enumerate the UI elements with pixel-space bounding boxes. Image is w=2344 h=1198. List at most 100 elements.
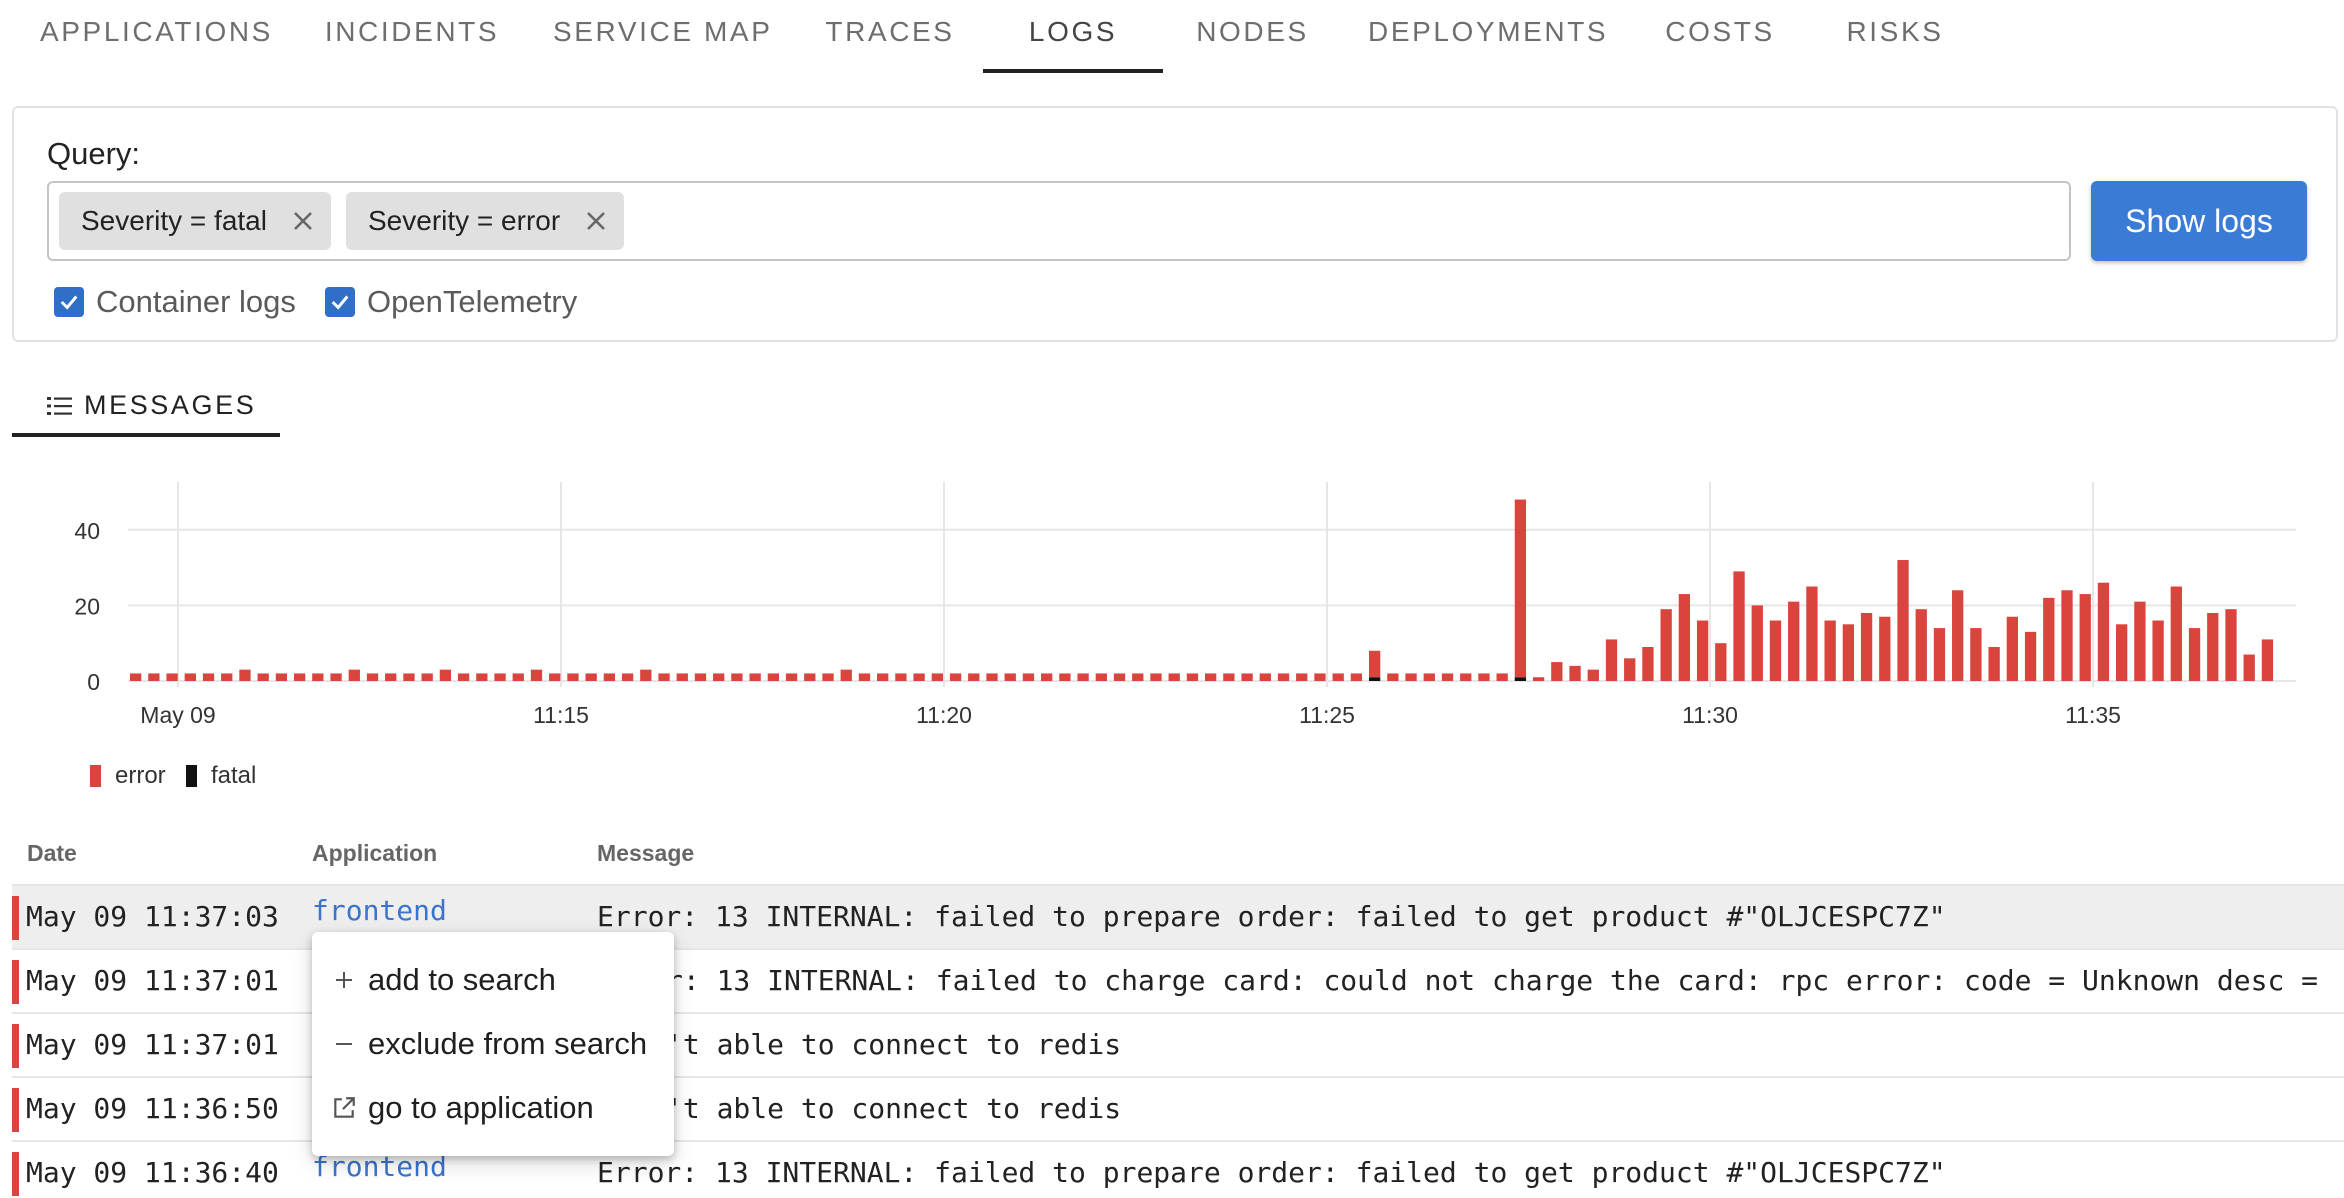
row-date: May 09 11:37:01 bbox=[26, 1028, 279, 1061]
bar-error bbox=[2134, 601, 2146, 681]
menu-item-add-to-search[interactable]: add to search bbox=[312, 948, 674, 1012]
bar-error bbox=[2006, 616, 2018, 681]
bar-error bbox=[184, 673, 196, 681]
tab-messages[interactable]: MESSAGES bbox=[12, 376, 280, 438]
bar-error bbox=[1660, 609, 1672, 681]
bar-error bbox=[603, 673, 616, 681]
tab-service-map[interactable]: SERVICE MAP bbox=[553, 16, 771, 74]
tab-deployments[interactable]: DEPLOYMENTS bbox=[1368, 16, 1606, 74]
bar-error bbox=[749, 673, 761, 681]
bar-error bbox=[257, 673, 269, 681]
menu-item-go-to-application[interactable]: go to application bbox=[312, 1076, 674, 1140]
bar-error bbox=[676, 673, 688, 681]
bar-error bbox=[1842, 624, 1855, 681]
bar-error bbox=[640, 669, 652, 681]
bar-error bbox=[476, 673, 488, 681]
bar-error bbox=[403, 673, 415, 681]
logs-page: APPLICATIONS INCIDENTS SERVICE MAP TRACE… bbox=[0, 0, 2344, 1198]
legend-swatch bbox=[186, 765, 197, 787]
bar-error bbox=[1915, 609, 1927, 681]
bar-error bbox=[275, 673, 288, 681]
y-tick-label: 40 bbox=[74, 518, 100, 544]
bar-error bbox=[2188, 628, 2201, 681]
bar-error bbox=[2024, 631, 2037, 681]
query-input[interactable]: Severity = fatal Severity = error bbox=[47, 181, 2071, 261]
bar-error bbox=[421, 673, 433, 681]
menu-item-label: add to search bbox=[368, 962, 556, 997]
bar-error bbox=[1314, 673, 1326, 681]
bar-error bbox=[2097, 582, 2110, 681]
tab-logs[interactable]: LOGS bbox=[1010, 16, 1136, 74]
bar-error bbox=[1277, 673, 1290, 681]
bar-error bbox=[2061, 590, 2073, 681]
row-date: May 09 11:36:40 bbox=[26, 1156, 279, 1189]
bar-error bbox=[366, 673, 379, 681]
bar-error bbox=[1897, 560, 1909, 681]
bar-error bbox=[949, 673, 962, 681]
bar-error bbox=[1368, 650, 1381, 678]
bar-error bbox=[1952, 590, 1964, 681]
bar-error bbox=[1186, 673, 1199, 681]
row-date: May 09 11:36:50 bbox=[26, 1092, 279, 1125]
row-application-link[interactable]: frontend bbox=[312, 894, 447, 927]
bar-error bbox=[621, 673, 634, 681]
severity-indicator bbox=[12, 896, 19, 940]
tab-incidents[interactable]: INCIDENTS bbox=[322, 16, 502, 74]
container-logs-checkbox[interactable]: Container logs bbox=[54, 284, 296, 320]
minus-icon bbox=[330, 1030, 358, 1058]
x-tick-label: 11:35 bbox=[2065, 702, 2121, 728]
row-message: 't able to connect to redis bbox=[666, 1092, 1122, 1125]
query-label: Query: bbox=[47, 136, 141, 171]
bar-error bbox=[1460, 673, 1472, 681]
bar-error bbox=[1241, 673, 1253, 681]
menu-item-label: go to application bbox=[368, 1090, 594, 1125]
tab-applications[interactable]: APPLICATIONS bbox=[40, 16, 270, 74]
tab-nodes[interactable]: NODES bbox=[1190, 16, 1315, 74]
menu-item-exclude-from-search[interactable]: exclude from search bbox=[312, 1012, 674, 1076]
column-header-date[interactable]: Date bbox=[27, 840, 77, 867]
top-nav: APPLICATIONS INCIDENTS SERVICE MAP TRACE… bbox=[0, 0, 2344, 74]
bar-error bbox=[1405, 673, 1417, 681]
bar-error bbox=[1296, 673, 1308, 681]
tab-costs[interactable]: COSTS bbox=[1660, 16, 1780, 74]
tab-label: MESSAGES bbox=[84, 390, 257, 420]
bar-error bbox=[1733, 571, 1745, 681]
bar-error bbox=[1387, 673, 1399, 681]
bar-error bbox=[895, 673, 907, 681]
show-logs-button[interactable]: Show logs bbox=[2091, 181, 2307, 261]
bar-error bbox=[1332, 673, 1344, 681]
tab-traces[interactable]: TRACES bbox=[825, 16, 955, 74]
column-header-application[interactable]: Application bbox=[312, 840, 437, 867]
y-tick-label: 20 bbox=[74, 593, 100, 619]
close-icon[interactable] bbox=[584, 209, 608, 233]
row-message: 't able to connect to redis bbox=[666, 1028, 1122, 1061]
bar-error bbox=[858, 673, 871, 681]
bar-error bbox=[202, 673, 215, 681]
bar-error bbox=[1587, 669, 1599, 681]
bar-error bbox=[2261, 639, 2274, 681]
bar-error bbox=[1605, 639, 1618, 681]
checkbox-label: Container logs bbox=[96, 284, 296, 319]
x-tick-label: 11:25 bbox=[1299, 702, 1355, 728]
tab-risks[interactable]: RISKS bbox=[1840, 16, 1950, 74]
legend-label: fatal bbox=[211, 762, 257, 789]
external-link-icon bbox=[330, 1094, 358, 1122]
bar-error bbox=[877, 673, 889, 681]
bar-error bbox=[348, 669, 360, 681]
bar-error bbox=[1970, 628, 1982, 681]
checkbox-checked-icon[interactable] bbox=[325, 287, 355, 317]
opentelemetry-checkbox[interactable]: OpenTelemetry bbox=[325, 284, 577, 320]
bar-error bbox=[731, 673, 743, 681]
bar-error bbox=[1350, 673, 1363, 681]
bar-error bbox=[1806, 586, 1818, 681]
active-tab-indicator bbox=[12, 433, 280, 437]
severity-indicator bbox=[12, 1152, 19, 1196]
close-icon[interactable] bbox=[291, 209, 315, 233]
bar-error bbox=[439, 669, 452, 681]
bar-error bbox=[1441, 673, 1454, 681]
checkbox-checked-icon[interactable] bbox=[54, 287, 84, 317]
column-header-message[interactable]: Message bbox=[597, 840, 694, 867]
severity-indicator bbox=[12, 960, 19, 1004]
bar-error bbox=[1678, 594, 1691, 681]
bar-error bbox=[1860, 612, 1873, 681]
